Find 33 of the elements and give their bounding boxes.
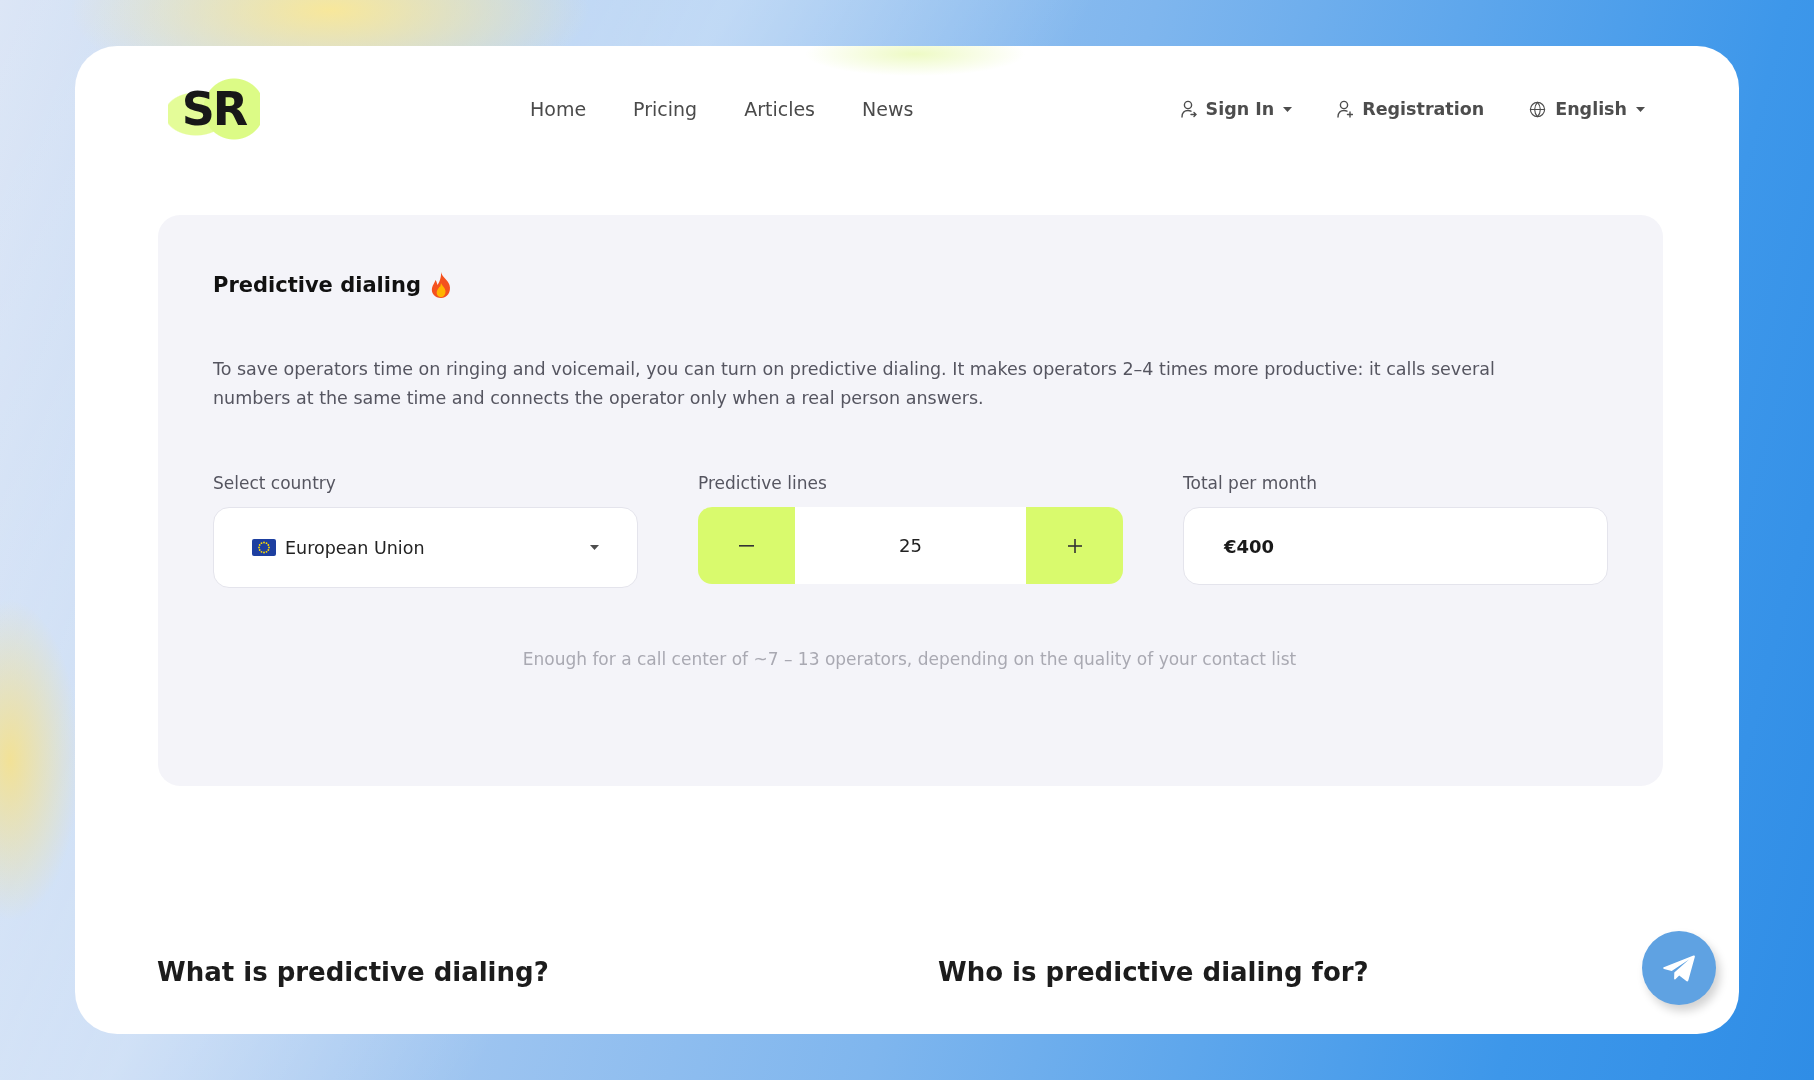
calculator-description: To save operators time on ringing and voicemail, you can turn on predictive dialing. It makes operators 2–4 times more productive: it calls several numbers at the same time and connects the operator only when a real person answers. [213, 358, 1496, 410]
caret-icon [1636, 106, 1645, 112]
nav-link[interactable]: Pricing [633, 98, 698, 120]
nav-link[interactable]: News [862, 98, 914, 120]
plus-icon [1067, 538, 1082, 553]
nav-link[interactable]: Articles [744, 98, 815, 120]
section-heading: What is predictive dialing? [157, 956, 549, 989]
language-menu-button[interactable]: English [1529, 99, 1645, 119]
flag-icon [252, 539, 276, 556]
sign-in-button[interactable]: Sign In [1180, 99, 1293, 119]
logo[interactable]: SR [168, 78, 260, 140]
section-heading: Who is predictive dialing for? [938, 956, 1369, 989]
lines-input[interactable]: 25 [795, 507, 1026, 584]
registration-button[interactable]: Registration [1337, 99, 1485, 119]
fire-icon [429, 272, 452, 298]
increase-button[interactable] [1026, 507, 1123, 584]
nav-link[interactable]: Home [530, 98, 587, 120]
telegram-button[interactable] [1642, 931, 1716, 1005]
user-plus-icon [1337, 100, 1354, 118]
paper-plane-icon [1663, 954, 1695, 982]
user-arrow-icon [1180, 100, 1197, 118]
field-label: Select country [213, 472, 337, 494]
calculator-title: Predictive dialing [213, 272, 421, 299]
country-select[interactable]: European Union [213, 507, 638, 588]
globe-icon [1529, 100, 1547, 118]
decrease-button[interactable] [698, 507, 795, 584]
operators-hint: Enough for a call center of ~7 – 13 operators, depending on the quality of your contact list [521, 648, 1298, 671]
total-price-field: €400 [1183, 507, 1608, 585]
field-label: Total per month [1183, 472, 1318, 494]
caret-icon [1283, 106, 1293, 112]
minus-icon [739, 544, 754, 547]
field-label: Predictive lines [698, 472, 828, 494]
caret-icon [590, 545, 599, 550]
